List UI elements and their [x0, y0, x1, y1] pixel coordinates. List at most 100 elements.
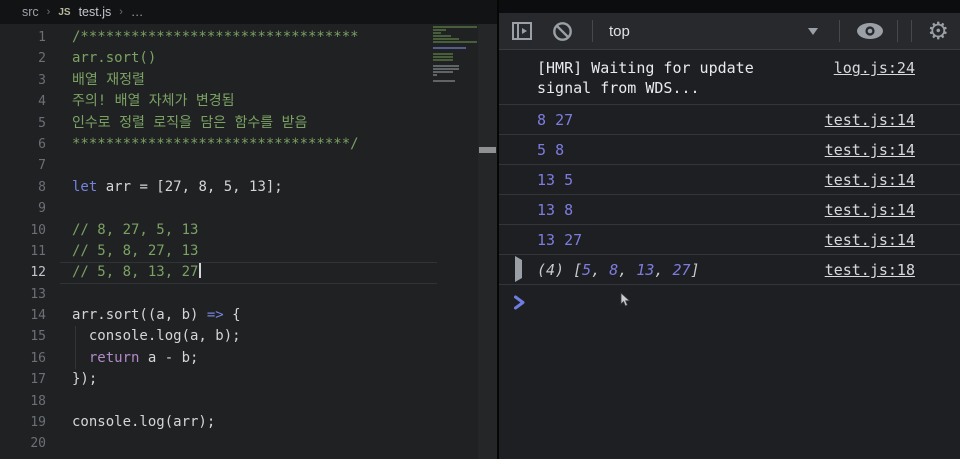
line-number: 2 [38, 51, 46, 67]
line-text [46, 391, 72, 412]
source-link[interactable]: test.js:18 [825, 260, 915, 280]
line-number: 20 [30, 436, 46, 452]
mouse-cursor [620, 292, 631, 307]
scrollbar-thumb[interactable] [479, 147, 496, 153]
chevron-right-icon: › [46, 6, 51, 18]
breadcrumb-file[interactable]: test.js [79, 5, 112, 19]
source-link[interactable]: test.js:14 [825, 230, 915, 250]
code-line[interactable]: 17}); [0, 369, 478, 390]
dropdown-caret-icon[interactable] [808, 27, 819, 35]
settings-gear-icon[interactable]: ⚙ [927, 19, 949, 43]
code-line[interactable]: 5 인수로 정렬 로직을 담은 함수를 받음 [0, 113, 478, 134]
code-line[interactable]: 15 console.log(a, b); [0, 326, 478, 349]
live-expression-eye-icon[interactable] [855, 21, 885, 41]
code-line[interactable]: 2 arr.sort() [0, 48, 478, 69]
minimap[interactable] [431, 26, 478, 86]
line-text [46, 155, 72, 176]
js-file-icon: JS [58, 6, 71, 18]
code-line[interactable]: 7 [0, 155, 478, 176]
minimap-line-mark [433, 71, 453, 73]
line-text: arr.sort((a, b) => { [72, 307, 241, 324]
source-link[interactable]: log.js:24 [834, 58, 915, 78]
console-row: (4) [5, 8, 13, 27] test.js:18 [499, 255, 960, 285]
console-message: 13 5 [537, 171, 574, 189]
code-line[interactable]: 14 arr.sort((a, b) => { [0, 305, 478, 326]
console-message: [HMR] Waiting for update signal from WDS… [537, 59, 763, 97]
minimap-line-mark [433, 80, 456, 82]
code-line[interactable]: 19 console.log(arr); [0, 412, 478, 433]
code-line[interactable]: 18 [0, 391, 478, 412]
minimap-line-mark [433, 47, 466, 49]
line-number: 4 [38, 94, 46, 110]
minimap-line-mark [433, 56, 453, 58]
line-text: }); [72, 371, 98, 388]
line-text: let arr = [27, 8, 5, 13]; [72, 178, 283, 195]
code-line[interactable]: 16 return a - b; [0, 347, 478, 370]
source-link[interactable]: test.js:14 [825, 170, 915, 190]
minimap-line-mark [433, 32, 441, 34]
line-number: 12 [30, 265, 46, 281]
console-prompt[interactable] [499, 285, 960, 310]
console-row: 8 27 test.js:14 [499, 105, 960, 135]
console-row: [HMR] Waiting for update signal from WDS… [499, 50, 960, 105]
minimap-line-mark [433, 65, 459, 67]
console-messages: [HMR] Waiting for update signal from WDS… [499, 50, 960, 285]
console-row: 13 27 test.js:14 [499, 225, 960, 255]
code-line[interactable]: 10 // 8, 27, 5, 13 [0, 220, 478, 241]
console-row: 5 8 test.js:14 [499, 135, 960, 165]
context-selector[interactable]: top [609, 23, 630, 40]
breadcrumb: src › JS test.js › … [0, 0, 497, 24]
line-number: 8 [38, 179, 46, 195]
minimap-line-mark [433, 26, 477, 28]
toolbar-separator [897, 20, 899, 42]
console-message: 5 8 [537, 141, 565, 159]
line-text: 배열 재정렬 [72, 71, 145, 88]
breadcrumb-more[interactable]: … [131, 5, 144, 19]
console-message: (4) [5, 8, 13, 27] [537, 261, 700, 279]
line-number: 17 [30, 372, 46, 388]
code-line[interactable]: 4 주의! 배열 자체가 변경됨 [0, 91, 478, 112]
line-number: 13 [30, 286, 46, 302]
minimap-line-mark [433, 41, 477, 43]
line-text: return a - b; [88, 349, 199, 366]
toolbar-separator [911, 20, 913, 42]
code-line[interactable]: 1 /********************************* [0, 27, 478, 48]
source-link[interactable]: test.js:14 [825, 110, 915, 130]
minimap-line-mark [433, 68, 459, 70]
chevron-right-icon: › [119, 6, 123, 18]
console-row: 13 8 test.js:14 [499, 195, 960, 225]
code-line[interactable]: 13 [0, 284, 478, 305]
minimap-line-mark [433, 53, 453, 55]
line-text [46, 433, 72, 454]
line-number: 18 [30, 393, 46, 409]
expand-triangle-icon[interactable] [515, 256, 522, 282]
line-number: 15 [30, 329, 46, 345]
code-line[interactable]: 20 [0, 433, 478, 454]
console-row-gutter [515, 256, 537, 282]
source-link[interactable]: test.js:14 [825, 140, 915, 160]
line-number: 19 [30, 415, 46, 431]
line-number: 10 [30, 222, 46, 238]
line-text: console.log(arr); [72, 414, 216, 431]
console-message: 13 8 [537, 201, 574, 219]
console-sidebar-icon[interactable] [511, 20, 533, 42]
breadcrumb-folder[interactable]: src [22, 5, 39, 19]
line-text: *********************************/ [72, 135, 359, 152]
code-line[interactable]: 8 let arr = [27, 8, 5, 13]; [0, 177, 478, 198]
line-text: 인수로 정렬 로직을 담은 함수를 받음 [72, 114, 308, 131]
line-number: 11 [30, 243, 46, 259]
code-line[interactable]: 11 // 5, 8, 27, 13 [0, 241, 478, 262]
code-line[interactable]: 9 [0, 198, 478, 219]
line-text: // 5, 8, 27, 13 [72, 242, 199, 259]
code-line[interactable]: 12// 5, 8, 13, 27 [0, 262, 478, 285]
console-message: 8 27 [537, 111, 574, 129]
clear-console-icon[interactable] [552, 21, 573, 42]
editor-scrollbar[interactable] [478, 24, 497, 459]
source-link[interactable]: test.js:14 [825, 200, 915, 220]
code-editor[interactable]: 1 /********************************* 2 arr.… [0, 24, 478, 455]
code-line[interactable]: 3 배열 재정렬 [0, 70, 478, 91]
code-line[interactable]: 6 *********************************/ [0, 134, 478, 155]
line-number: 14 [30, 308, 46, 324]
line-number: 6 [38, 136, 46, 152]
line-text: arr.sort() [72, 50, 157, 67]
